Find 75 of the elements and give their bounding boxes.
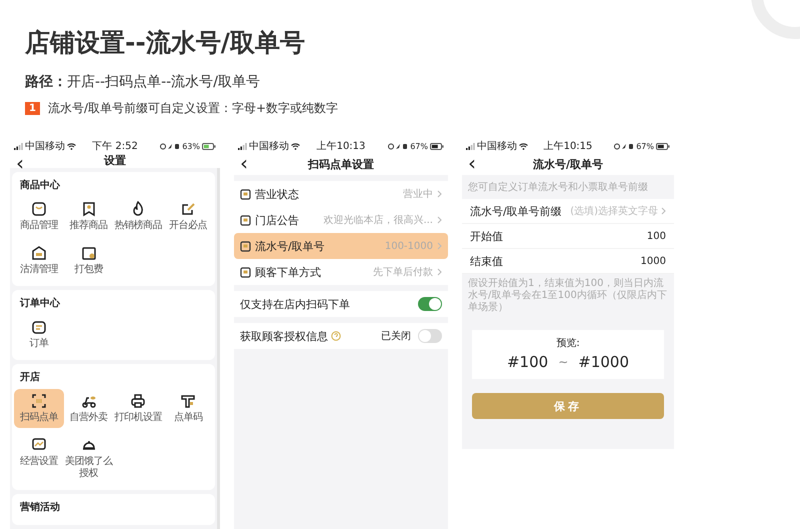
section-title: 营销活动	[20, 500, 61, 514]
signal-icon	[466, 142, 475, 150]
field-label: 开始值	[470, 228, 503, 244]
step-badge: 1	[25, 102, 40, 115]
navigation-path: 路径：开店--扫码点单--流水号/取单号	[25, 73, 261, 91]
menu-tile[interactable]: 订单	[14, 315, 64, 354]
menu-tile[interactable]: 自营外卖	[64, 389, 114, 428]
status-icons	[388, 142, 408, 150]
settings-row[interactable]: 流水号/取单号 100-1000	[234, 233, 448, 259]
wifi-icon	[519, 142, 528, 150]
menu-tile[interactable]: 沽清管理	[14, 241, 64, 280]
chevron-icon	[437, 268, 442, 276]
menu-tile[interactable]: 经营设置	[14, 433, 64, 484]
help-icon[interactable]	[331, 331, 341, 341]
menu-tile[interactable]: 美团饿了么授权	[64, 433, 114, 484]
footnote-text: 假设开始值为1，结束值为100，则当日内流水号/取单号会在1至100内循环（仅限店内下单场景）	[467, 276, 668, 315]
signal-icon	[238, 142, 247, 150]
carrier-name: 中国移动	[477, 140, 517, 153]
hint-text: 您可自定义订单流水号和小票取单号前缀	[467, 180, 649, 195]
bag-icon	[30, 201, 47, 217]
battery-icon	[202, 142, 216, 150]
battery-percent: 63%	[182, 142, 200, 150]
chevron-icon	[437, 242, 442, 250]
screen-title: 扫码点单设置	[308, 156, 374, 172]
status-icons	[614, 142, 634, 150]
prefix-selector[interactable]: 流水号/取单号前缀 (选填)选择英文字母	[462, 199, 674, 224]
menu-tile[interactable]: 热销榜商品	[114, 197, 164, 236]
preview-label: 预览:	[556, 337, 580, 350]
status-time: 上午10:13	[316, 140, 366, 153]
note-text: 流水号/取单号前缀可自定义设置：字母+数字或纯数字	[48, 100, 338, 117]
menu-tile[interactable]: 推荐商品	[64, 197, 114, 236]
chevron-icon	[437, 216, 442, 224]
edit-icon	[180, 201, 196, 217]
chevron-icon	[437, 190, 442, 198]
wifi-icon	[291, 142, 300, 150]
section-title: 商品中心	[20, 178, 61, 192]
menu-tile[interactable]: 商品管理	[14, 197, 64, 236]
status-icons	[160, 142, 180, 150]
toggle-switch[interactable]	[418, 297, 442, 311]
screen-title: 流水号/取单号	[532, 156, 604, 172]
back-button[interactable]: ‹	[466, 153, 478, 173]
chevron-icon	[661, 207, 666, 215]
status-time: 下午 2:52	[92, 140, 138, 153]
battery-icon	[430, 142, 444, 150]
back-button[interactable]: ‹	[238, 153, 250, 173]
toggle-state: 已关闭	[381, 330, 411, 343]
section-title: 订单中心	[20, 296, 61, 310]
section-title: 开店	[20, 370, 41, 384]
battery-percent: 67%	[410, 142, 428, 150]
carrier-name: 中国移动	[249, 140, 289, 153]
menu-tile[interactable]: 点单码	[163, 389, 213, 428]
battery-percent: 67%	[636, 142, 654, 150]
screen-title: 设置	[104, 153, 126, 168]
preview-end: #1000	[578, 353, 629, 371]
range-separator: ~	[558, 355, 568, 369]
toggle-label: 获取顾客授权信息	[240, 328, 328, 344]
field-label: 结束值	[470, 254, 503, 268]
status-time: 上午10:15	[544, 140, 592, 153]
wifi-icon	[67, 142, 76, 150]
page-title: 店铺设置--流水号/取单号	[25, 27, 306, 59]
ribbon-icon	[80, 201, 97, 217]
preview-start: #100	[506, 353, 548, 371]
toggle-switch[interactable]	[418, 329, 442, 343]
scan-icon	[30, 393, 47, 409]
battery-icon	[656, 142, 670, 150]
carrier-name: 中国移动	[25, 140, 65, 153]
menu-tile[interactable]: 打印机设置	[114, 389, 164, 428]
menu-tile[interactable]: 扫码点单	[14, 389, 64, 428]
back-button[interactable]: ‹	[14, 153, 26, 173]
menu-tile[interactable]: 开台必点	[163, 197, 213, 236]
toggle-label: 仅支持在店内扫码下单	[240, 296, 350, 312]
chart-icon	[30, 437, 47, 453]
menu-tile[interactable]: 打包费	[64, 241, 114, 280]
signal-icon	[14, 142, 23, 150]
printer-icon	[130, 393, 146, 409]
